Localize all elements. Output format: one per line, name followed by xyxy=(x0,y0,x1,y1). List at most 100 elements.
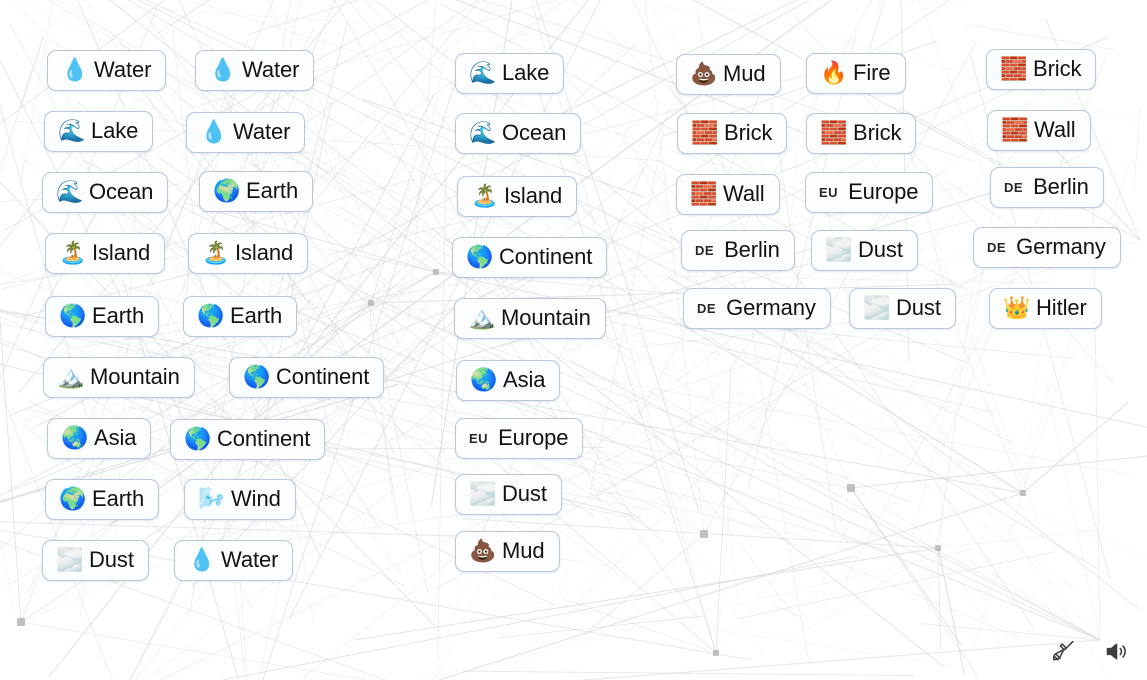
germany-flag-emoji: DE xyxy=(695,242,715,258)
element-card[interactable]: 🌏 Asia xyxy=(456,360,561,401)
element-card-label: Berlin xyxy=(724,237,780,262)
element-card-label: Dust xyxy=(896,295,941,320)
element-card[interactable]: 🌍 Earth xyxy=(45,479,160,520)
element-card[interactable]: 👑 Hitler xyxy=(989,288,1102,329)
element-card[interactable]: 💧 Water xyxy=(186,112,306,153)
element-card-label: Brick xyxy=(724,120,773,145)
mountain-emoji: 🏔️ xyxy=(468,305,496,330)
earth-globe-emoji: 🌍 xyxy=(59,486,87,511)
element-card[interactable]: 🌍 Earth xyxy=(199,171,314,212)
element-card-label: Water xyxy=(242,57,300,82)
earth-globe-emoji: 🌏 xyxy=(61,425,89,450)
element-card[interactable]: 💧 Water xyxy=(47,50,167,91)
element-card[interactable]: 🌫️ Dust xyxy=(455,474,562,515)
element-card-label: Asia xyxy=(503,367,546,392)
element-card[interactable]: 🧱 Brick xyxy=(806,113,917,154)
element-card[interactable]: 🌊 Lake xyxy=(455,53,565,94)
element-card-label: Brick xyxy=(1033,56,1082,81)
element-card[interactable]: 🏝️ Island xyxy=(457,176,578,217)
brick-emoji: 🧱 xyxy=(820,120,848,145)
brick-emoji: 🧱 xyxy=(1001,117,1029,142)
germany-flag-emoji: DE xyxy=(1004,179,1024,195)
earth-globe-emoji: 🌏 xyxy=(470,367,498,392)
element-card[interactable]: EU Europe xyxy=(805,172,934,213)
element-card[interactable]: DE Germany xyxy=(973,227,1121,268)
european-union-flag-emoji: EU xyxy=(469,430,489,446)
element-card-label: Mountain xyxy=(90,364,180,389)
island-emoji: 🏝️ xyxy=(202,240,230,265)
element-card-label: Asia xyxy=(94,425,137,450)
element-card[interactable]: DE Berlin xyxy=(681,230,795,271)
element-card-label: Water xyxy=(94,57,152,82)
element-card-label: Dust xyxy=(858,237,903,262)
wind-face-emoji: 🌬️ xyxy=(198,486,226,511)
element-card[interactable]: 🧱 Brick xyxy=(677,113,788,154)
element-card[interactable]: 🌫️ Dust xyxy=(849,288,956,329)
element-card[interactable]: 🏔️ Mountain xyxy=(43,357,195,398)
wave-emoji: 🌊 xyxy=(469,60,497,85)
element-card[interactable]: 🌊 Lake xyxy=(44,111,154,152)
water-drop-emoji: 💧 xyxy=(209,57,237,82)
mountain-emoji: 🏔️ xyxy=(57,364,85,389)
element-card[interactable]: 💧 Water xyxy=(195,50,315,91)
element-card[interactable]: 🧱 Wall xyxy=(676,174,780,215)
element-card[interactable]: DE Berlin xyxy=(990,167,1104,208)
element-card-label: Germany xyxy=(726,295,816,320)
element-card[interactable]: 🌏 Asia xyxy=(47,418,152,459)
fire-emoji: 🔥 xyxy=(820,60,848,85)
island-emoji: 🏝️ xyxy=(471,183,499,208)
element-card[interactable]: DE Germany xyxy=(683,288,831,329)
dust-emoji: 🌫️ xyxy=(825,237,853,262)
element-card-label: Europe xyxy=(498,425,569,450)
element-card[interactable]: 💩 Mud xyxy=(676,54,781,95)
broom-icon xyxy=(1051,638,1077,664)
element-card[interactable]: 🌬️ Wind xyxy=(184,479,296,520)
element-card[interactable]: 🌎 Continent xyxy=(452,237,608,278)
water-drop-emoji: 💧 xyxy=(200,119,228,144)
wave-emoji: 🌊 xyxy=(56,179,84,204)
germany-flag-emoji: DE xyxy=(987,239,1007,255)
brick-emoji: 🧱 xyxy=(1000,56,1028,81)
dust-emoji: 🌫️ xyxy=(863,295,891,320)
speaker-icon xyxy=(1103,638,1130,665)
element-card[interactable]: 🌎 Continent xyxy=(170,419,326,460)
element-card[interactable]: 🌊 Ocean xyxy=(42,172,169,213)
dust-emoji: 🌫️ xyxy=(56,547,84,572)
element-card-label: Berlin xyxy=(1033,174,1089,199)
element-card-label: Brick xyxy=(853,120,902,145)
pile-of-poo-emoji: 💩 xyxy=(469,538,497,563)
element-card[interactable]: 🌎 Continent xyxy=(229,357,385,398)
element-card[interactable]: 🌫️ Dust xyxy=(811,230,918,271)
earth-globe-emoji: 🌎 xyxy=(466,244,494,269)
element-card[interactable]: 💧 Water xyxy=(174,540,294,581)
craft-board[interactable]: 💧 Water 💧 Water 🌊 Lake 💧 Water 🌊 Ocean 🌍 Earth 🏝️ Isl… xyxy=(0,0,1147,680)
clear-board-button[interactable] xyxy=(1049,636,1079,666)
element-card-label: Earth xyxy=(92,486,145,511)
element-card[interactable]: EU Europe xyxy=(455,418,584,459)
element-card-label: Island xyxy=(504,183,563,208)
element-card[interactable]: 🌎 Earth xyxy=(183,296,298,337)
element-card-label: Dust xyxy=(502,481,547,506)
element-card[interactable]: 🧱 Brick xyxy=(986,49,1097,90)
germany-flag-emoji: DE xyxy=(697,300,717,316)
wave-emoji: 🌊 xyxy=(469,120,497,145)
element-card-label: Continent xyxy=(276,364,370,389)
earth-globe-emoji: 🌎 xyxy=(197,303,225,328)
element-card-label: Germany xyxy=(1016,234,1106,259)
element-card[interactable]: 🌫️ Dust xyxy=(42,540,149,581)
element-card[interactable]: 🌊 Ocean xyxy=(455,113,582,154)
element-card[interactable]: 🔥 Fire xyxy=(806,53,906,94)
element-card[interactable]: 🧱 Wall xyxy=(987,110,1091,151)
element-card[interactable]: 🏝️ Island xyxy=(45,233,166,274)
sound-toggle-button[interactable] xyxy=(1101,636,1131,666)
element-card-label: Wall xyxy=(1034,117,1076,142)
dust-emoji: 🌫️ xyxy=(469,481,497,506)
element-card[interactable]: 🏔️ Mountain xyxy=(454,298,606,339)
element-card-label: Continent xyxy=(499,244,593,269)
element-card[interactable]: 💩 Mud xyxy=(455,531,560,572)
european-union-flag-emoji: EU xyxy=(819,184,839,200)
element-card-label: Island xyxy=(235,240,294,265)
element-card-label: Ocean xyxy=(89,179,154,204)
element-card[interactable]: 🏝️ Island xyxy=(188,233,309,274)
element-card[interactable]: 🌎 Earth xyxy=(45,296,160,337)
